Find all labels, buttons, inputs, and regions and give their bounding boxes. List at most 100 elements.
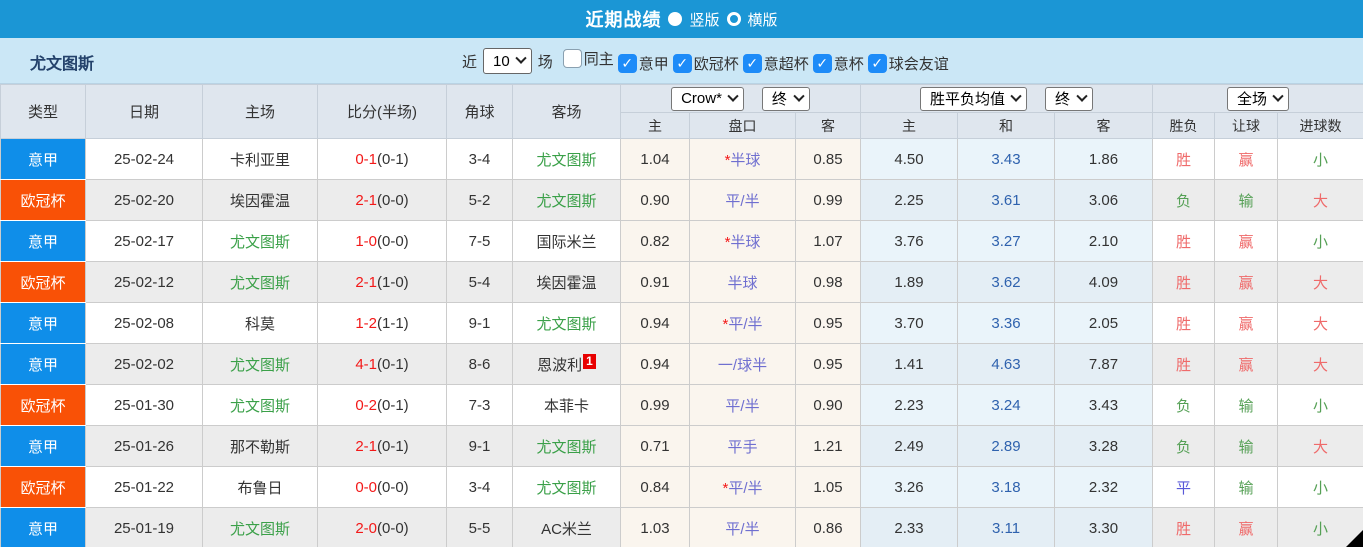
cell-handicap: 半球 bbox=[689, 261, 796, 303]
cell-away-team: 尤文图斯 bbox=[512, 466, 621, 508]
checkbox-label[interactable]: 欧冠杯 bbox=[694, 53, 739, 74]
odds-time-select[interactable]: 终 bbox=[761, 86, 810, 111]
cell-home-team: 尤文图斯 bbox=[202, 261, 318, 303]
cell-handicap-result: 赢 bbox=[1214, 343, 1279, 385]
resize-corner-handle[interactable] bbox=[1346, 530, 1363, 547]
cell-home-team: 卡利亚里 bbox=[202, 138, 318, 180]
cell-avg-home: 1.89 bbox=[860, 261, 959, 303]
checkbox-label[interactable]: 意甲 bbox=[639, 53, 669, 74]
cell-home-team: 布鲁日 bbox=[202, 466, 318, 508]
cell-score: 2-1(1-0) bbox=[317, 261, 447, 303]
cell-avg-draw: 3.18 bbox=[957, 466, 1056, 508]
cell-away-team: AC米兰 bbox=[512, 507, 621, 547]
cell-goals: 大 bbox=[1277, 425, 1363, 467]
cell-avg-draw: 3.62 bbox=[957, 261, 1056, 303]
cell-handicap-result: 输 bbox=[1214, 384, 1279, 426]
checkbox-label[interactable]: 球会友谊 bbox=[889, 53, 949, 74]
table-row: 意甲 25-01-19 尤文图斯 2-0(0-0) 5-5 AC米兰 1.03 平/半 0.86… bbox=[0, 507, 1363, 547]
col-header-corner: 角球 bbox=[446, 84, 513, 139]
cell-avg-away: 2.10 bbox=[1054, 220, 1154, 262]
cell-avg-home: 3.70 bbox=[860, 302, 959, 344]
cell-avg-away: 2.32 bbox=[1054, 466, 1154, 508]
cell-handicap-result: 赢 bbox=[1214, 507, 1279, 547]
avg-time-select[interactable]: 终 bbox=[1045, 86, 1094, 111]
cell-avg-away: 2.05 bbox=[1054, 302, 1154, 344]
cell-score: 0-1(0-1) bbox=[317, 138, 447, 180]
table-row: 意甲 25-02-02 尤文图斯 4-1(0-1) 8-6 恩波利 1 0.94 一/球半 0.9… bbox=[0, 343, 1363, 385]
table-row: 欧冠杯 25-02-12 尤文图斯 2-1(1-0) 5-4 埃因霍温 0.91 半球 0.98… bbox=[0, 261, 1363, 303]
checkbox-5[interactable]: ✓ bbox=[867, 54, 887, 73]
odds-time-value: 终 bbox=[771, 91, 787, 108]
cell-result: 平 bbox=[1152, 466, 1216, 508]
sub-header-handicap-result: 让球 bbox=[1214, 112, 1279, 139]
cell-odds-away: 0.99 bbox=[794, 179, 862, 221]
sub-header-odds-home: 主 bbox=[620, 112, 690, 139]
chevron-down-icon bbox=[1076, 90, 1088, 102]
cell-result: 负 bbox=[1152, 384, 1216, 426]
radio-horizontal-label[interactable]: 横版 bbox=[748, 9, 778, 30]
table-row: 欧冠杯 25-02-20 埃因霍温 2-1(0-0) 5-2 尤文图斯 0.90 平/半 0.9… bbox=[0, 179, 1363, 221]
cell-corners: 3-4 bbox=[446, 466, 513, 508]
cell-handicap: 平/半 bbox=[689, 384, 796, 426]
cell-home-team: 尤文图斯 bbox=[202, 384, 318, 426]
checkbox-label[interactable]: 意杯 bbox=[834, 53, 864, 74]
cell-away-team: 本菲卡 bbox=[512, 384, 621, 426]
cell-goals: 大 bbox=[1277, 261, 1363, 303]
checkbox-4[interactable]: ✓ bbox=[812, 54, 832, 73]
radio-vertical-layout[interactable] bbox=[668, 12, 683, 26]
checkbox-label[interactable]: 意超杯 bbox=[764, 53, 809, 74]
cell-date: 25-02-24 bbox=[85, 138, 203, 180]
cell-home-team: 尤文图斯 bbox=[202, 343, 318, 385]
checkbox-label[interactable]: 同主 bbox=[584, 48, 614, 69]
cell-avg-home: 3.76 bbox=[860, 220, 959, 262]
scope-select[interactable]: 全场 bbox=[1227, 86, 1290, 111]
avg-type-select[interactable]: 胜平负均值 bbox=[920, 86, 1028, 111]
cell-score: 1-2(1-1) bbox=[317, 302, 447, 344]
col-header-type: 类型 bbox=[0, 84, 86, 139]
cell-type: 意甲 bbox=[0, 343, 86, 385]
scope-value: 全场 bbox=[1237, 91, 1268, 108]
recent-count-select[interactable]: 10 bbox=[483, 48, 532, 74]
odds-group-header: Crow* 终 bbox=[619, 84, 862, 113]
cell-avg-draw: 3.11 bbox=[957, 507, 1056, 547]
cell-date: 25-02-20 bbox=[85, 179, 203, 221]
recent-label: 近 bbox=[462, 53, 478, 71]
cell-type: 欧冠杯 bbox=[0, 261, 86, 303]
checkbox-3[interactable]: ✓ bbox=[742, 54, 762, 73]
chevron-down-icon bbox=[1010, 90, 1022, 102]
checkbox-1[interactable]: ✓ bbox=[617, 54, 637, 73]
checkbox-0[interactable] bbox=[562, 49, 582, 68]
filter-checkbox-item: ✓ 欧冠杯 bbox=[672, 53, 739, 74]
cell-score: 2-1(0-1) bbox=[317, 425, 447, 467]
cell-odds-away: 1.05 bbox=[794, 466, 862, 508]
cell-avg-home: 4.50 bbox=[860, 138, 959, 180]
table-row: 意甲 25-02-24 卡利亚里 0-1(0-1) 3-4 尤文图斯 1.04 *半球 0.85… bbox=[0, 138, 1363, 180]
cell-date: 25-02-02 bbox=[85, 343, 203, 385]
team-name: 尤文图斯 bbox=[30, 56, 95, 73]
cell-home-team: 科莫 bbox=[202, 302, 318, 344]
cell-handicap-result: 赢 bbox=[1214, 138, 1279, 180]
page-title: 近期战绩 bbox=[585, 10, 662, 30]
cell-handicap-result: 输 bbox=[1214, 179, 1279, 221]
radio-horizontal-layout[interactable] bbox=[726, 12, 741, 26]
cell-score: 2-0(0-0) bbox=[317, 507, 447, 547]
radio-vertical-label[interactable]: 竖版 bbox=[689, 9, 719, 30]
cell-corners: 5-2 bbox=[446, 179, 513, 221]
odds-company-select[interactable]: Crow* bbox=[671, 86, 744, 111]
cell-away-team: 国际米兰 bbox=[512, 220, 621, 262]
cell-date: 25-01-30 bbox=[85, 384, 203, 426]
cell-type: 意甲 bbox=[0, 507, 86, 547]
checkbox-2[interactable]: ✓ bbox=[672, 54, 692, 73]
cell-odds-home: 0.94 bbox=[620, 302, 690, 344]
cell-result: 胜 bbox=[1152, 343, 1216, 385]
cell-odds-away: 0.90 bbox=[794, 384, 862, 426]
sub-header-handicap: 盘口 bbox=[689, 112, 796, 139]
cell-handicap: 平/半 bbox=[689, 179, 796, 221]
avg-time-value: 终 bbox=[1055, 91, 1071, 108]
cell-odds-home: 1.04 bbox=[620, 138, 690, 180]
table-row: 意甲 25-02-08 科莫 1-2(1-1) 9-1 尤文图斯 0.94 *平/半 0.95 3… bbox=[0, 302, 1363, 344]
sub-header-goals: 进球数 bbox=[1277, 112, 1363, 139]
cell-home-team: 埃因霍温 bbox=[202, 179, 318, 221]
cell-result: 负 bbox=[1152, 179, 1216, 221]
chevron-down-icon bbox=[793, 90, 805, 102]
